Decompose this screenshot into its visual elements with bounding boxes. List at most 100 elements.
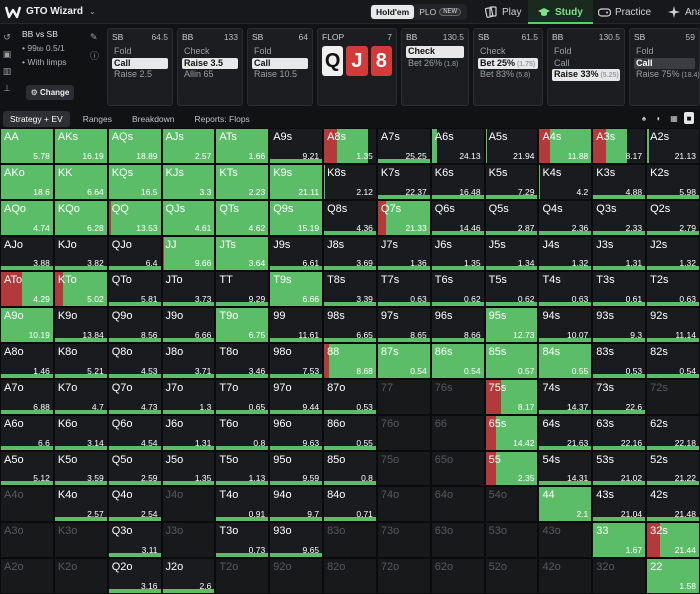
hand-cell[interactable]: K3s 4.88 bbox=[592, 163, 647, 200]
contrast-icon[interactable]: ◐ bbox=[654, 112, 664, 124]
hand-cell[interactable]: 53o bbox=[484, 522, 539, 559]
hand-cell[interactable]: 97s 8.65 bbox=[376, 307, 431, 344]
hand-cell[interactable]: K5o 3.59 bbox=[53, 450, 108, 487]
hand-cell[interactable]: 74s 14.37 bbox=[538, 378, 593, 415]
hand-cell[interactable]: 74o bbox=[376, 486, 431, 523]
hand-cell[interactable]: 32s 21.44 bbox=[646, 522, 700, 559]
hand-cell[interactable]: 86o 0.55 bbox=[323, 414, 377, 451]
hand-cell[interactable]: QTs 4.62 bbox=[215, 199, 270, 236]
hand-cell[interactable]: ATo 4.29 bbox=[0, 271, 54, 308]
hand-cell[interactable]: 83s 0.53 bbox=[592, 343, 647, 379]
hand-cell[interactable]: T8s 3.39 bbox=[323, 271, 377, 308]
reset-icon[interactable]: ↺ bbox=[3, 32, 11, 43]
hand-cell[interactable]: 33 1.67 bbox=[592, 522, 647, 559]
hand-cell[interactable]: 42s 21.48 bbox=[646, 486, 700, 523]
hand-cell[interactable]: 73s 22.6 bbox=[592, 378, 647, 415]
tab-breakdown[interactable]: Breakdown bbox=[125, 111, 182, 127]
hand-cell[interactable]: 88 8.68 bbox=[323, 343, 377, 379]
action-panel-5[interactable]: SB 61.5 Check Bet 25% (1.75) Bet 83% (5.8) bbox=[473, 28, 543, 106]
hand-cell[interactable]: K3o bbox=[53, 522, 108, 559]
hand-cell[interactable]: K2o bbox=[53, 558, 108, 594]
hand-cell[interactable]: 94o 9.7 bbox=[269, 486, 324, 523]
hand-cell[interactable]: 92o bbox=[269, 558, 324, 594]
hand-cell[interactable]: 87s 0.54 bbox=[376, 343, 431, 379]
hand-cell[interactable]: K6s 16.48 bbox=[430, 163, 485, 200]
gto-wizard-logo-icon[interactable] bbox=[5, 4, 21, 20]
hand-cell[interactable]: Q8o 4.53 bbox=[107, 343, 162, 379]
hand-cell[interactable]: A8o 1.46 bbox=[0, 343, 54, 379]
hand-cell[interactable]: A7s 25.25 bbox=[376, 128, 431, 164]
hand-cell[interactable]: T2s 0.63 bbox=[646, 271, 700, 308]
hand-cell[interactable]: J7s 1.36 bbox=[376, 235, 431, 272]
hand-cell[interactable]: AKo 18.6 bbox=[0, 163, 54, 200]
hand-cell[interactable]: J8o 3.71 bbox=[161, 343, 216, 379]
hand-cell[interactable]: Q7o 4.73 bbox=[107, 378, 162, 415]
hand-cell[interactable]: 95o 9.59 bbox=[269, 450, 324, 487]
hand-cell[interactable]: Q5o 2.59 bbox=[107, 450, 162, 487]
hand-cell[interactable]: T7s 0.63 bbox=[376, 271, 431, 308]
hand-cell[interactable]: A8s 1.35 bbox=[323, 128, 377, 164]
hand-cell[interactable]: T6s 0.62 bbox=[430, 271, 485, 308]
trash-icon[interactable]: ▥ bbox=[3, 66, 12, 77]
hand-cell[interactable]: J3o bbox=[161, 522, 216, 559]
hand-cell[interactable]: Q4o 2.54 bbox=[107, 486, 162, 523]
hand-cell[interactable]: 84s 0.55 bbox=[538, 343, 593, 379]
hand-cell[interactable]: 94s 10.07 bbox=[538, 307, 593, 344]
hand-cell[interactable]: J8s 3.69 bbox=[323, 235, 377, 272]
action-option[interactable]: Raise 2.5 bbox=[112, 69, 168, 81]
pencil-icon[interactable]: ✎ bbox=[90, 32, 100, 43]
suit-icon[interactable]: ♠ bbox=[639, 112, 649, 124]
change-button[interactable]: ⚙ Change bbox=[26, 85, 74, 100]
hand-cell[interactable]: T7o 0.65 bbox=[215, 378, 270, 415]
tab-strategy-ev[interactable]: Strategy + EV bbox=[3, 111, 70, 127]
hand-cell[interactable]: K4s 4.2 bbox=[538, 163, 593, 200]
hand-cell[interactable]: 43s 21.04 bbox=[592, 486, 647, 523]
hand-cell[interactable]: QQ 13.53 bbox=[107, 199, 162, 236]
hand-cell[interactable]: Q8s 4.36 bbox=[323, 199, 377, 236]
hand-cell[interactable]: J5o 1.35 bbox=[161, 450, 216, 487]
action-panel-0[interactable]: SB 64.5 Fold Call Raise 2.5 bbox=[107, 28, 173, 106]
hand-cell[interactable]: 44 2.1 bbox=[538, 486, 593, 523]
app-title[interactable]: GTO Wizard bbox=[26, 6, 83, 17]
hand-cell[interactable]: J6s 1.35 bbox=[430, 235, 485, 272]
action-option[interactable]: Raise 3.5 bbox=[182, 57, 238, 69]
hand-cell[interactable]: JJ 9.66 bbox=[161, 235, 216, 272]
hand-cell[interactable]: J2o 2.6 bbox=[161, 558, 216, 594]
hand-cell[interactable]: A4s 11.88 bbox=[538, 128, 593, 164]
action-option[interactable]: Bet 26% (1.8) bbox=[406, 58, 464, 70]
action-option[interactable]: Raise 33% (5.25) bbox=[552, 69, 620, 81]
hand-cell[interactable]: 62s 22.18 bbox=[646, 414, 700, 451]
action-option[interactable]: Raise 75% (18.4) bbox=[634, 69, 700, 81]
action-panel-6[interactable]: BB 130.5 Fold Call Raise 33% (5.25) bbox=[547, 28, 625, 106]
hand-cell[interactable]: 43o bbox=[538, 522, 593, 559]
hand-cell[interactable]: A2o bbox=[0, 558, 54, 594]
hand-cell[interactable]: Q9o 8.56 bbox=[107, 307, 162, 344]
hand-cell[interactable]: 66 bbox=[430, 414, 485, 451]
hand-cell[interactable]: AQo 4.74 bbox=[0, 199, 54, 236]
hand-cell[interactable]: 92s 11.14 bbox=[646, 307, 700, 344]
hand-cell[interactable]: Q2o 3.16 bbox=[107, 558, 162, 594]
tab-reports-flops[interactable]: Reports: Flops bbox=[188, 111, 257, 127]
hand-cell[interactable]: 65s 14.42 bbox=[484, 414, 539, 451]
hand-cell[interactable]: 72s bbox=[646, 378, 700, 415]
hand-cell[interactable]: AJo 3.88 bbox=[0, 235, 54, 272]
hand-cell[interactable]: K4o 2.57 bbox=[53, 486, 108, 523]
action-panel-7[interactable]: SB 59 Fold Call Raise 75% (18.4) bbox=[629, 28, 700, 106]
hand-cell[interactable]: K8o 5.21 bbox=[53, 343, 108, 379]
hand-cell[interactable]: K8s 2.12 bbox=[323, 163, 377, 200]
hand-cell[interactable]: 63s 22.16 bbox=[592, 414, 647, 451]
hand-cell[interactable]: 93o 9.65 bbox=[269, 522, 324, 559]
grid-view-icon[interactable]: ▦ bbox=[669, 112, 679, 124]
action-option[interactable]: Allin 65 bbox=[182, 69, 238, 81]
hand-cell[interactable]: KJo 3.82 bbox=[53, 235, 108, 272]
hand-cell[interactable]: Q7s 21.33 bbox=[376, 199, 431, 236]
hand-cell[interactable]: K7s 22.37 bbox=[376, 163, 431, 200]
nav-play[interactable]: Play bbox=[484, 0, 521, 24]
hand-cell[interactable]: 54o bbox=[484, 486, 539, 523]
hand-cell[interactable]: K5s 7.29 bbox=[484, 163, 539, 200]
hand-cell[interactable]: J6o 1.31 bbox=[161, 414, 216, 451]
hand-cell[interactable]: A5o 5.12 bbox=[0, 450, 54, 487]
hand-cell[interactable]: JTs 3.64 bbox=[215, 235, 270, 272]
action-option[interactable]: Fold bbox=[112, 46, 168, 58]
hand-cell[interactable]: T4o 0.91 bbox=[215, 486, 270, 523]
